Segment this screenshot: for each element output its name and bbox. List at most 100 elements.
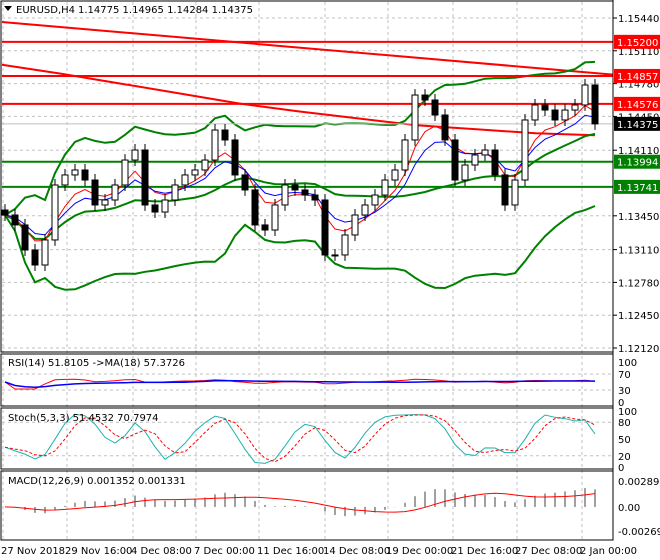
macd-tick-label: 0.002896 (618, 477, 660, 488)
candle[interactable] (281, 184, 289, 206)
time-tick-label: 19 Dec 00:00 (386, 546, 453, 557)
rsi-panel[interactable] (4, 378, 596, 390)
candle[interactable] (81, 169, 89, 181)
candle[interactable] (301, 189, 309, 196)
time-tick-label: 4 Dec 08:00 (131, 546, 192, 557)
candle[interactable] (571, 104, 579, 111)
candle[interactable] (461, 164, 469, 181)
candle[interactable] (71, 169, 79, 176)
rsi-line (4, 378, 596, 390)
candle[interactable] (171, 184, 179, 201)
candle[interactable] (421, 94, 429, 101)
stoch-tick-label: 80 (618, 418, 631, 429)
candle[interactable] (361, 204, 369, 216)
price-tick-label: 1.12450 (618, 311, 659, 322)
macd-panel[interactable] (4, 488, 596, 517)
candle[interactable] (51, 184, 59, 241)
candle[interactable] (581, 84, 589, 106)
candle[interactable] (381, 179, 389, 196)
candle[interactable] (591, 84, 599, 125)
trendline[interactable] (1, 20, 614, 76)
candle[interactable] (191, 169, 199, 176)
macd-tick-label: 0.00 (618, 503, 640, 514)
ohlc-values: 1.14775 1.14965 1.14284 1.14375 (78, 5, 253, 16)
candle[interactable] (521, 119, 529, 181)
time-tick-label: 2 Jan 00:00 (580, 546, 637, 557)
candle[interactable] (111, 184, 119, 201)
candle[interactable] (151, 204, 159, 213)
time-tick-label: 27 Dec 08:00 (515, 546, 582, 557)
candle[interactable] (311, 194, 319, 201)
candle[interactable] (561, 109, 569, 121)
candle[interactable] (331, 254, 339, 257)
candle[interactable] (511, 179, 519, 206)
candle[interactable] (291, 184, 299, 191)
candle[interactable] (251, 189, 259, 226)
stoch-tick-label: 20 (618, 452, 631, 463)
candle[interactable] (401, 139, 409, 171)
candle[interactable] (261, 224, 269, 231)
rsi-label: RSI(14) 51.8105 ->MA(18) 57.3726 (8, 358, 185, 369)
candle[interactable] (241, 174, 249, 191)
stoch-tick-label: 0 (618, 463, 624, 474)
candle[interactable] (491, 149, 499, 176)
symbol-label: EURUSD,H4 (16, 5, 75, 16)
candle[interactable] (121, 159, 129, 186)
candle[interactable] (221, 129, 229, 141)
candle[interactable] (321, 199, 329, 256)
candle[interactable] (391, 169, 399, 181)
candle[interactable] (501, 174, 509, 206)
macd-label: MACD(12,26,9) 0.001352 0.001331 (8, 476, 186, 487)
time-tick-label: 21 Dec 16:00 (451, 546, 518, 557)
candle[interactable] (471, 154, 479, 166)
candle[interactable] (441, 114, 449, 141)
candle[interactable] (211, 129, 219, 161)
dropdown-triangle-icon[interactable] (4, 6, 12, 11)
candle[interactable] (341, 234, 349, 256)
price-tick-label: 1.13450 (618, 212, 659, 223)
candle[interactable] (551, 109, 559, 121)
trading-chart[interactable]: 27 Nov 2018 29 Nov 16:004 Dec 08:00 7 Dec … (0, 0, 660, 560)
price-tick-label: 1.12120 (618, 344, 659, 355)
price-tick-label: 1.13110 (618, 246, 659, 257)
candle[interactable] (21, 224, 29, 251)
candle[interactable] (451, 139, 459, 181)
grid (2, 2, 613, 540)
stoch-tick-label: 50 (618, 435, 631, 446)
rsi-tick-label: 30 (618, 386, 631, 397)
price-level-tag-label: 1.14576 (617, 100, 658, 111)
price-tick-label: 1.12780 (618, 278, 659, 289)
price-level-tag-label: 1.15200 (617, 38, 658, 49)
candle[interactable] (41, 239, 49, 266)
candle[interactable] (351, 214, 359, 236)
time-tick-label: 14 Dec 08:00 (323, 546, 390, 557)
candle[interactable] (31, 249, 39, 266)
candle[interactable] (431, 99, 439, 116)
stoch-label: Stoch(5,3,3) 51.4532 70.7974 (8, 413, 159, 424)
stoch-tick-label: 100 (618, 407, 637, 418)
candle[interactable] (181, 174, 189, 186)
time-tick-label: 27 Nov 2018 (1, 546, 65, 557)
candle[interactable] (131, 149, 139, 161)
candle[interactable] (411, 94, 419, 141)
candle[interactable] (531, 104, 539, 121)
candle[interactable] (11, 214, 19, 226)
candle[interactable] (231, 139, 239, 176)
macd-tick-label: -0.002693 (618, 527, 660, 538)
candle[interactable] (1, 209, 9, 216)
candle[interactable] (481, 149, 489, 156)
candle[interactable] (161, 199, 169, 213)
candle[interactable] (91, 179, 99, 206)
time-tick-label: 7 Dec 00:00 (194, 546, 255, 557)
candle[interactable] (61, 174, 69, 186)
candle[interactable] (371, 194, 379, 206)
price-level-tag-label: 1.13741 (617, 183, 658, 194)
candle[interactable] (141, 149, 149, 206)
candle[interactable] (541, 104, 549, 111)
rsi-tick-label: 70 (618, 370, 631, 381)
candle[interactable] (101, 199, 109, 206)
candle[interactable] (201, 159, 209, 171)
bollinger-lower (4, 205, 596, 291)
time-tick-label: 29 Nov 16:00 (65, 546, 132, 557)
candle[interactable] (271, 204, 279, 231)
